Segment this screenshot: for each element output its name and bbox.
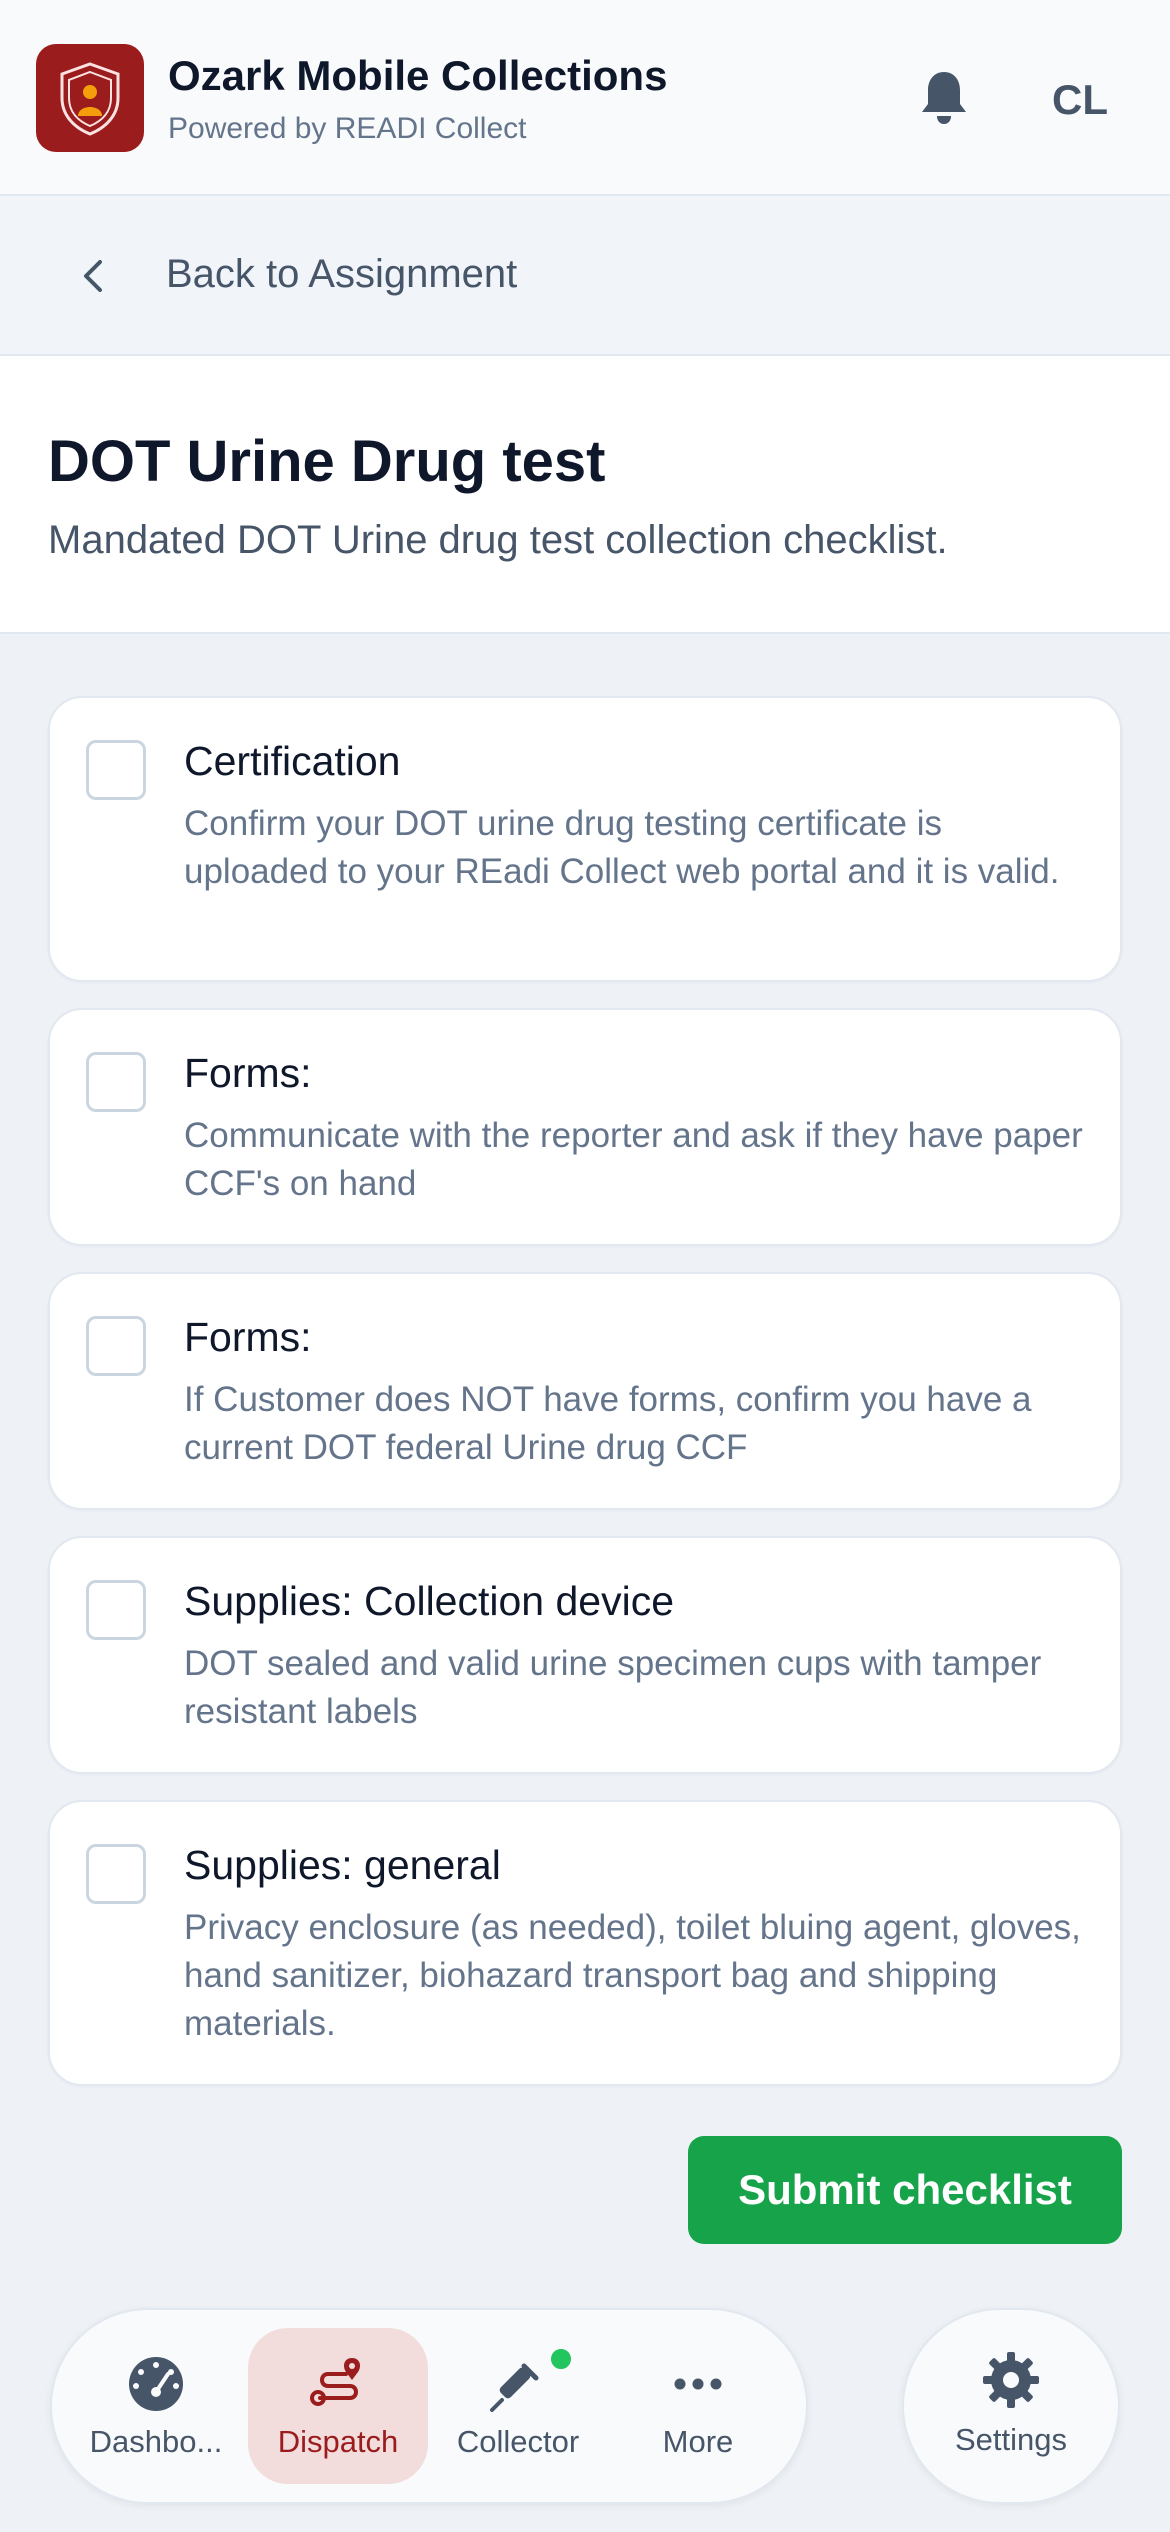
checklist-checkbox[interactable] (86, 1844, 146, 1904)
back-button-icon[interactable] (74, 254, 114, 298)
nav-label: Dispatch (277, 2424, 399, 2459)
nav-item-settings[interactable]: Settings (902, 2308, 1120, 2504)
checklist-checkbox[interactable] (86, 1580, 146, 1640)
back-to-assignment-link[interactable]: Back to Assignment (166, 252, 517, 297)
nav-label: Collector (456, 2424, 580, 2459)
nav-item-collector[interactable]: Collector (428, 2328, 608, 2484)
user-avatar[interactable]: CL (1040, 64, 1120, 136)
page-header-card (0, 356, 1170, 634)
nav-item-dispatch[interactable]: Dispatch (248, 2328, 428, 2484)
checklist-item[interactable]: Forms: If Customer does NOT have forms, … (48, 1272, 1122, 1510)
checklist-checkbox[interactable] (86, 740, 146, 800)
checklist-item[interactable]: Certification Confirm your DOT urine dru… (48, 696, 1122, 982)
collector-status-dot (548, 2346, 574, 2372)
nav-item-dashboard[interactable]: Dashbo... (66, 2328, 246, 2484)
page-description: Mandated DOT Urine drug test collection … (48, 518, 948, 562)
checklist-item-title: Certification (184, 738, 401, 784)
checklist-item[interactable]: Supplies: general Privacy enclosure (as … (48, 1800, 1122, 2086)
checklist-item-title: Forms: (184, 1314, 312, 1360)
checklist-item-description: Confirm your DOT urine drug testing cert… (184, 804, 1060, 891)
checklist-checkbox[interactable] (86, 1052, 146, 1112)
route-icon (310, 2358, 360, 2406)
chevron-left-icon (84, 260, 102, 292)
checklist-item-description: Privacy enclosure (as needed), toilet bl… (184, 1908, 1081, 2043)
app-title: Ozark Mobile Collections (168, 52, 668, 99)
app-subtitle: Powered by READI Collect (168, 112, 527, 145)
gauge-icon (129, 2357, 183, 2411)
app-logo (36, 44, 144, 152)
bell-icon (922, 72, 966, 124)
notifications-button[interactable] (912, 62, 976, 134)
checklist-item[interactable]: Supplies: Collection device DOT sealed a… (48, 1536, 1122, 1774)
syringe-icon (490, 2363, 539, 2412)
checklist-checkbox[interactable] (86, 1316, 146, 1376)
nav-item-more[interactable]: More (608, 2328, 788, 2484)
submit-checklist-button[interactable]: Submit checklist (688, 2136, 1122, 2244)
gear-icon (983, 2352, 1039, 2408)
checklist-item-title: Supplies: general (184, 1842, 501, 1888)
page-title: DOT Urine Drug test (48, 429, 606, 494)
nav-label: More (662, 2424, 734, 2459)
checklist-item-description: DOT sealed and valid urine specimen cups… (184, 1644, 1042, 1731)
checklist-item-title: Supplies: Collection device (184, 1578, 674, 1624)
checklist-item[interactable]: Forms: Communicate with the reporter and… (48, 1008, 1122, 1246)
checklist-item-description: If Customer does NOT have forms, confirm… (184, 1380, 1032, 1467)
checklist-item-description: Communicate with the reporter and ask if… (184, 1116, 1083, 1203)
nav-label: Dashbo... (89, 2424, 223, 2459)
nav-label: Settings (954, 2422, 1067, 2457)
shield-person-logo-icon (60, 62, 120, 136)
more-horizontal-icon (674, 2378, 722, 2390)
checklist-item-title: Forms: (184, 1050, 312, 1096)
